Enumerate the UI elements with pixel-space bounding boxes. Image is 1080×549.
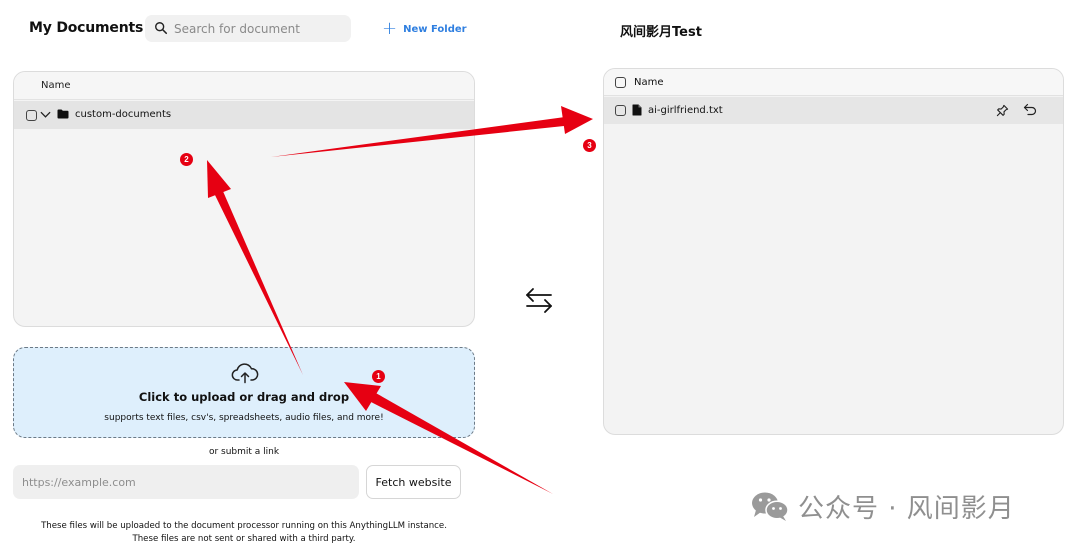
upload-subtitle: supports text files, csv's, spreadsheets… — [104, 413, 384, 423]
my-documents-panel: Name custom-documents — [13, 71, 475, 327]
upload-title: Click to upload or drag and drop — [138, 390, 350, 404]
folder-row[interactable]: custom-documents — [14, 101, 474, 129]
folder-name: custom-documents — [75, 109, 172, 120]
workspace-documents-panel: Name ai-girlfriend.txt — [603, 68, 1064, 435]
watermark-text: 公众号 · 风间影月 — [798, 493, 1015, 524]
workspace-title: 风间影月Test — [620, 25, 702, 40]
plus-icon: + — [382, 18, 398, 39]
annotation-badge-1: 1 — [372, 370, 385, 383]
cloud-upload-icon — [231, 363, 259, 384]
fetch-website-button[interactable]: Fetch website — [366, 465, 461, 499]
folder-icon — [57, 109, 69, 119]
file-name: ai-girlfriend.txt — [648, 105, 723, 116]
search-input[interactable] — [174, 15, 346, 42]
disclaimer-line-1: These files will be uploaded to the docu… — [41, 521, 447, 531]
name-column-header: Name — [41, 80, 71, 91]
file-icon — [632, 104, 642, 116]
pin-icon[interactable] — [996, 104, 1009, 117]
chevron-down-icon[interactable] — [40, 110, 51, 119]
annotation-badge-3: 3 — [583, 139, 596, 152]
annotation-arrow-3-head — [561, 106, 593, 134]
name-column-header: Name — [634, 77, 664, 88]
wechat-icon — [752, 492, 789, 521]
search-icon — [155, 22, 168, 35]
disclaimer-line-2: These files are not sent or shared with … — [132, 533, 356, 544]
folder-checkbox[interactable] — [26, 110, 37, 121]
submit-link-label: or submit a link — [208, 447, 280, 457]
file-row[interactable]: ai-girlfriend.txt — [604, 97, 1063, 124]
search-box[interactable] — [145, 15, 351, 42]
table-header: Name — [14, 72, 474, 100]
undo-icon[interactable] — [1023, 103, 1037, 116]
file-checkbox[interactable] — [615, 105, 626, 116]
annotation-badge-2: 2 — [180, 153, 193, 166]
url-input[interactable] — [13, 465, 359, 499]
table-header: Name — [604, 69, 1063, 96]
upload-dropzone[interactable]: Click to upload or drag and drop support… — [13, 347, 475, 438]
watermark: 公众号 · 风间影月 — [750, 486, 1015, 526]
page-title: My Documents — [29, 20, 144, 36]
new-folder-label: New Folder — [403, 23, 467, 35]
upload-disclaimer: These files will be uploaded to the docu… — [13, 520, 475, 545]
swap-arrows-icon[interactable] — [524, 287, 554, 313]
new-folder-button[interactable]: + New Folder — [382, 20, 467, 38]
select-all-checkbox[interactable] — [615, 77, 626, 88]
